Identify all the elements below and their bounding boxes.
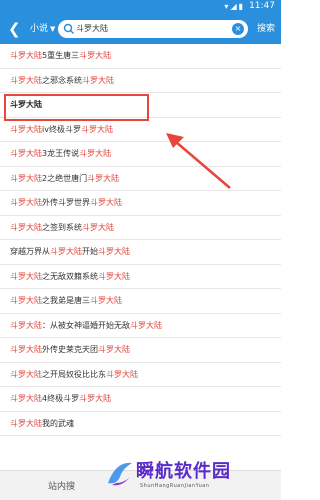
result-item[interactable]: 斗罗大陆2之绝世唐门斗罗大陆 <box>0 167 281 191</box>
result-text: ：从被女神逼婚开始无敌 <box>42 320 130 330</box>
status-time: 11:47 <box>249 1 275 11</box>
result-keyword-highlight: 斗罗大陆 <box>50 247 82 256</box>
watermark-subtitle: ShunHangRuanJianYuan <box>140 483 210 489</box>
result-item[interactable]: 斗罗大陆5重生唐三斗罗大陆 <box>0 44 281 69</box>
result-item[interactable]: 斗罗大陆iv终极斗罗斗罗大陆 <box>0 118 281 142</box>
result-item[interactable]: 穿越万界从斗罗大陆开始斗罗大陆 <box>0 240 281 265</box>
result-text: 之无敌双籍系统 <box>42 271 98 281</box>
scope-label: 小说 <box>30 24 49 34</box>
result-keyword-highlight: 斗罗大陆 <box>79 149 112 158</box>
result-keyword-highlight: 斗罗大陆 <box>82 222 114 232</box>
tab-site-search[interactable]: 站内搜 <box>48 479 75 492</box>
result-keyword-highlight: 斗罗大陆 <box>10 149 42 158</box>
result-keyword-highlight: 斗罗大陆 <box>98 345 130 354</box>
search-input-value: 斗罗大陆 <box>76 24 108 33</box>
clear-icon[interactable]: × <box>232 23 244 35</box>
chevron-down-icon: ▼ <box>50 25 56 33</box>
result-text: 外传史莱克天团 <box>42 345 98 354</box>
result-keyword-highlight: 斗罗大陆 <box>106 369 138 379</box>
result-keyword-highlight: 斗罗大陆 <box>80 124 113 134</box>
result-item[interactable]: 斗罗大陆外传斗罗世界斗罗大陆 <box>0 191 281 216</box>
result-item[interactable]: 斗罗大陆之签到系统斗罗大陆 <box>0 216 281 240</box>
result-keyword-highlight: 斗罗大陆 <box>90 296 122 305</box>
result-text: 之签到系统 <box>42 222 82 232</box>
result-text: 外传斗罗世界 <box>42 198 90 207</box>
result-text: 3龙王传说 <box>42 149 80 158</box>
result-keyword-highlight: 斗罗大陆 <box>98 247 130 256</box>
result-keyword-highlight: 斗罗大陆 <box>130 320 162 330</box>
back-arrow-icon[interactable]: ❮ <box>8 20 22 38</box>
result-item[interactable]: 斗罗大陆外传史莱克天团斗罗大陆 <box>0 338 281 363</box>
result-keyword-highlight: 斗罗大陆 <box>10 394 42 403</box>
result-item[interactable]: 斗罗大陆之开局奴役比比东斗罗大陆 <box>0 363 281 387</box>
result-keyword-highlight: 斗罗大陆 <box>90 198 122 207</box>
result-keyword-highlight: 斗罗大陆 <box>10 418 42 428</box>
result-text: 之开局奴役比比东 <box>42 369 106 379</box>
result-keyword-highlight: 斗罗大陆 <box>98 271 130 281</box>
result-keyword-highlight: 斗罗大陆 <box>10 271 42 281</box>
watermark-title: 瞬航软件园 <box>136 461 231 482</box>
signal-battery-icons: ▾◢▮ <box>224 2 245 11</box>
result-keyword-highlight: 斗罗大陆 <box>10 75 42 85</box>
result-keyword-highlight: 斗罗大陆 <box>10 198 42 207</box>
result-item[interactable]: 斗罗大陆我的武魂 <box>0 412 281 436</box>
result-text: 开始 <box>82 247 98 256</box>
scope-dropdown[interactable]: 小说 ▼ <box>30 22 55 36</box>
search-icon <box>63 23 75 35</box>
result-text: 我的武魂 <box>42 418 74 428</box>
watermark-logo: 瞬航软件园 ShunHangRuanJianYuan <box>102 455 252 497</box>
result-text: 4终极斗罗 <box>42 394 80 403</box>
result-item[interactable]: 斗罗大陆3龙王传说斗罗大陆 <box>0 142 281 167</box>
result-text: 穿越万界从 <box>10 247 50 256</box>
result-keyword-highlight: 斗罗大陆 <box>10 222 42 232</box>
result-keyword-highlight: 斗罗大陆 <box>10 124 42 134</box>
result-item[interactable]: 斗罗大陆之邪念系统斗罗大陆 <box>0 69 281 93</box>
result-text: 5重生唐三 <box>42 51 80 60</box>
search-header: ❮ 小说 ▼ 斗罗大陆 × 搜索 <box>0 14 281 44</box>
result-keyword-highlight: 斗罗大陆 <box>87 173 120 183</box>
result-item[interactable]: 斗罗大陆：从被女神逼婚开始无敌斗罗大陆 <box>0 314 281 338</box>
result-text: iv终极斗罗 <box>42 124 81 134</box>
result-item[interactable]: 斗罗大陆之无敌双籍系统斗罗大陆 <box>0 265 281 289</box>
result-keyword-highlight: 斗罗大陆 <box>79 51 112 60</box>
status-bar: ▾◢▮ 11:47 <box>0 0 281 14</box>
result-text: 之邪念系统 <box>42 75 82 85</box>
result-text: 2之绝世唐门 <box>42 173 88 183</box>
result-text: 之我弟是唐三 <box>42 296 90 305</box>
annotation-highlight-box <box>4 94 149 121</box>
result-keyword-highlight: 斗罗大陆 <box>10 296 42 305</box>
result-keyword-highlight: 斗罗大陆 <box>79 394 112 403</box>
annotation-arrow-icon <box>166 133 231 189</box>
result-keyword-highlight: 斗罗大陆 <box>10 51 42 60</box>
watermark-logo-icon <box>108 462 132 486</box>
result-keyword-highlight: 斗罗大陆 <box>82 75 114 85</box>
result-keyword-highlight: 斗罗大陆 <box>10 173 42 183</box>
result-item[interactable]: 斗罗大陆4终极斗罗斗罗大陆 <box>0 387 281 412</box>
result-item[interactable]: 斗罗大陆之我弟是唐三斗罗大陆 <box>0 289 281 314</box>
result-keyword-highlight: 斗罗大陆 <box>10 345 42 354</box>
search-button[interactable]: 搜索 <box>257 22 275 36</box>
result-keyword-highlight: 斗罗大陆 <box>10 320 42 330</box>
result-keyword-highlight: 斗罗大陆 <box>10 369 42 379</box>
search-input[interactable]: 斗罗大陆 × <box>58 20 248 38</box>
